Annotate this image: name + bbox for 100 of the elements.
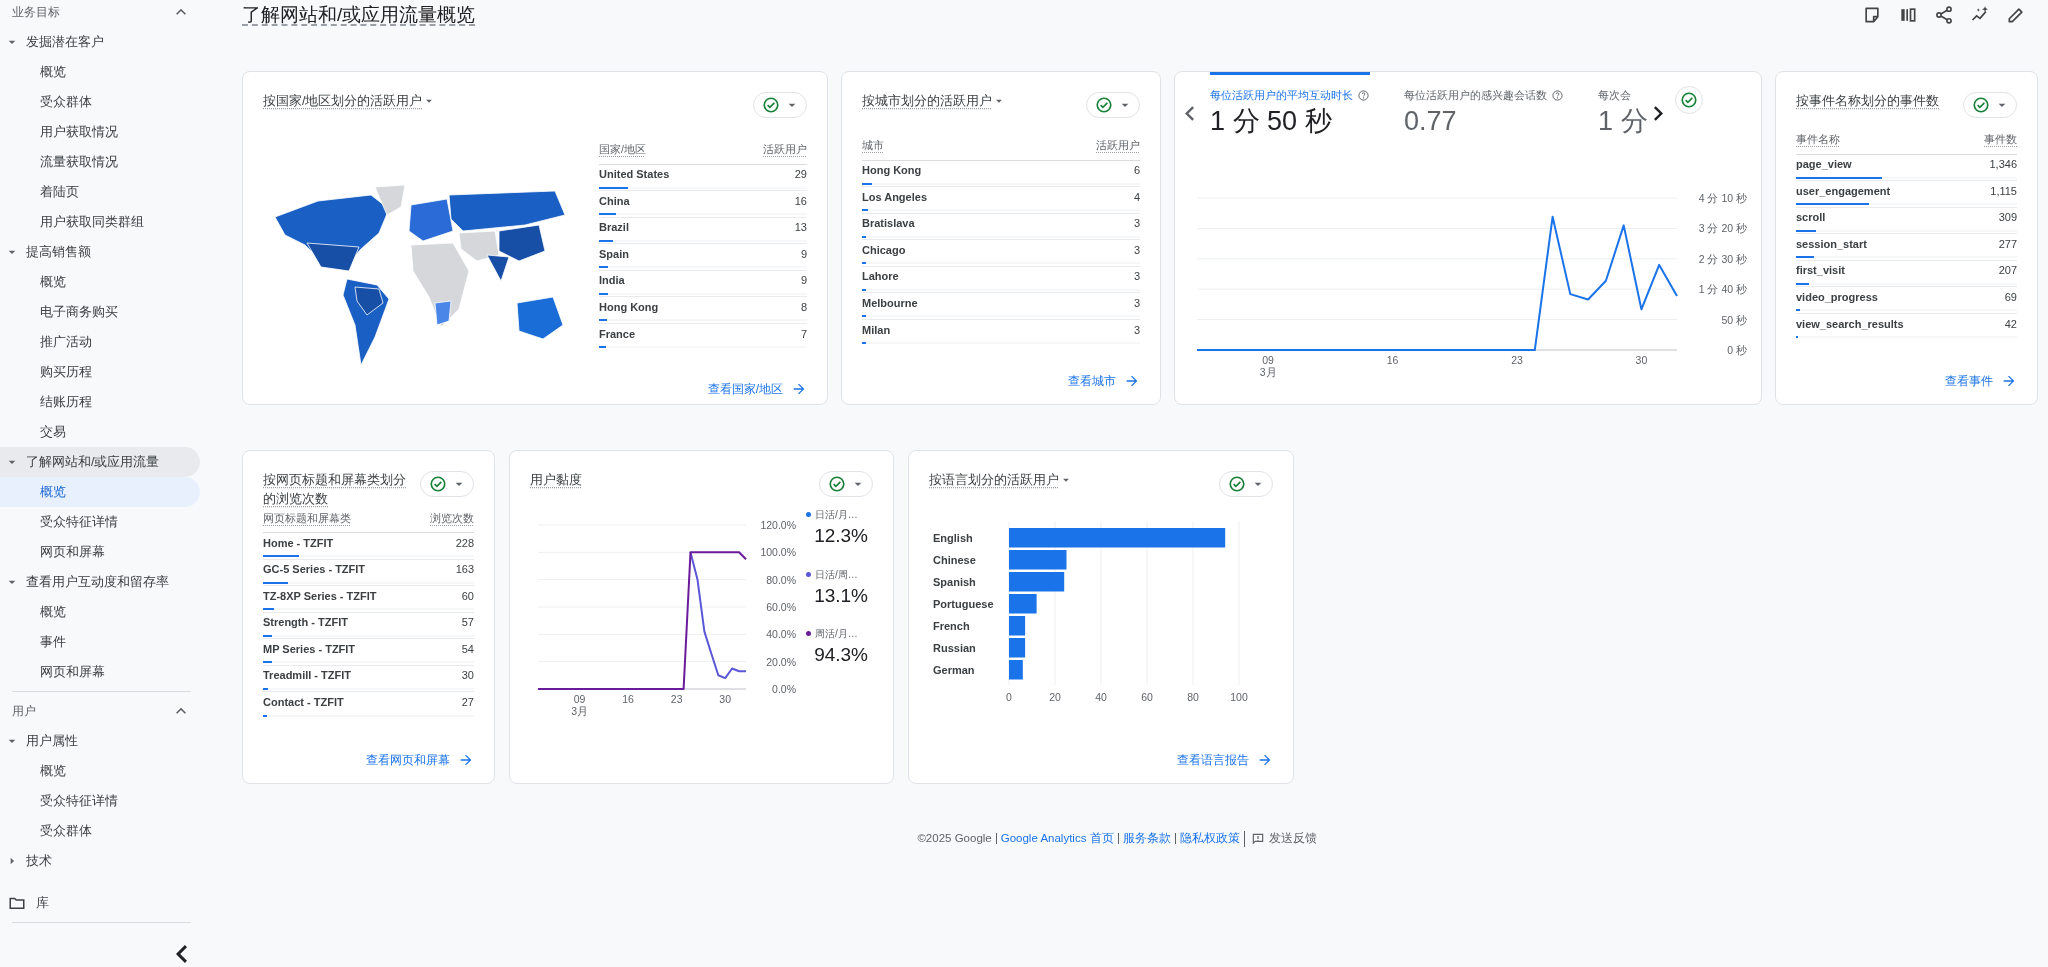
report-link[interactable]: 查看事件: [1945, 372, 2017, 390]
metric-tab[interactable]: 每次会 1 分: [1598, 72, 1648, 139]
card-title[interactable]: 按语言划分的活跃用户: [929, 471, 1073, 490]
nav-item[interactable]: 网页和屏幕: [0, 657, 200, 687]
nav-group[interactable]: 了解网站和/或应用流量: [0, 447, 200, 477]
row-value: 277: [1998, 236, 2017, 252]
comparison-button[interactable]: [1086, 92, 1140, 118]
row-value: 3: [1133, 216, 1140, 232]
arrow-right-icon: [458, 752, 474, 768]
row-value: 4: [1133, 189, 1140, 205]
footer-link[interactable]: 服务条款: [1117, 832, 1175, 845]
nav-group[interactable]: 发掘潜在客户: [0, 27, 200, 57]
row-label: session_start: [1796, 236, 1867, 252]
feedback-icon: [1250, 831, 1265, 846]
legend-value: 12.3%: [813, 524, 868, 548]
axis-tick-label: 80: [1187, 691, 1199, 703]
arrow-right-icon: [791, 381, 807, 397]
nav-item[interactable]: 流量获取情况: [0, 147, 200, 177]
comparison-button[interactable]: [1674, 86, 1703, 114]
nav-group[interactable]: 查看用户互动度和留存率: [0, 567, 200, 597]
nav-group[interactable]: 技术: [0, 846, 200, 876]
nav-item[interactable]: 用户获取情况: [0, 117, 200, 147]
row-label: Chicago: [862, 242, 906, 258]
nav-item[interactable]: 概览: [0, 477, 200, 507]
row-value: 1,115: [1990, 183, 2017, 199]
toolbar-button[interactable]: [1862, 5, 1882, 25]
metric-tab[interactable]: 每位活跃用户的感兴趣会话数 0.77: [1404, 72, 1564, 139]
row-label: China: [599, 193, 630, 209]
card-title[interactable]: 按城市划分的活跃用户: [862, 92, 1006, 111]
chevron-left-icon: [1185, 106, 1194, 122]
row-value: 3: [1133, 322, 1140, 338]
row-label: view_search_results: [1796, 316, 1904, 332]
nav-item[interactable]: 用户获取同类群组: [0, 207, 200, 237]
row-label: first_visit: [1796, 263, 1845, 279]
metric-tab[interactable]: 每位活跃用户的平均互动时长 1 分 50 秒: [1210, 72, 1370, 139]
nav-group[interactable]: 用户属性: [0, 726, 200, 756]
library-link[interactable]: 库: [0, 888, 205, 918]
row-label: Hong Kong: [599, 299, 659, 315]
footer-link[interactable]: Google Analytics 首页: [995, 832, 1118, 845]
row-value: 30: [461, 668, 474, 684]
report-link[interactable]: 查看网页和屏幕: [366, 751, 474, 769]
footer-link[interactable]: 隐私权政策: [1174, 832, 1244, 845]
column-header: 国家/地区: [599, 142, 646, 157]
copyright-text: ©2025 Google: [917, 831, 993, 846]
row-value: 6: [1133, 163, 1140, 179]
comparison-button[interactable]: [420, 471, 474, 497]
row-label: user_engagement: [1796, 183, 1891, 199]
share-icon: [1934, 5, 1954, 25]
axis-tick-label: 120.0%: [760, 519, 796, 531]
report-link[interactable]: 查看城市: [1068, 372, 1140, 390]
row-label: Brazil: [599, 220, 629, 236]
category-label: Portuguese: [933, 598, 994, 610]
legend-value: 13.1%: [813, 583, 868, 608]
card-title: 按事件名称划分的事件数: [1796, 93, 1939, 110]
nav-item[interactable]: 受众特征详情: [0, 507, 200, 537]
row-label: TZ-8XP Series - TZFIT: [263, 588, 377, 604]
nav-item[interactable]: 电子商务购买: [0, 297, 200, 327]
row-label: Bratislava: [862, 216, 915, 232]
next-button[interactable]: [1653, 104, 1663, 122]
nav-item[interactable]: 受众特征详情: [0, 786, 200, 816]
card-title[interactable]: 按国家/地区划分的活跃用户: [263, 92, 437, 111]
nav-item[interactable]: 概览: [0, 57, 200, 87]
report-link[interactable]: 查看国家/地区: [707, 380, 807, 398]
comparison-button[interactable]: [1963, 92, 2017, 118]
toolbar-button[interactable]: [1898, 5, 1918, 25]
feedback-button[interactable]: 发送反馈: [1243, 830, 1323, 847]
nav-item[interactable]: 概览: [0, 267, 200, 297]
nav-item[interactable]: 购买历程: [0, 357, 200, 387]
bar: [1009, 616, 1026, 636]
toolbar-button[interactable]: [1934, 5, 1954, 25]
previous-button[interactable]: [1185, 104, 1194, 122]
row-label: page_view: [1796, 157, 1852, 173]
row-value: 3: [1133, 295, 1140, 311]
nav-item[interactable]: 网页和屏幕: [0, 537, 200, 567]
comparison-button[interactable]: [753, 92, 807, 118]
section-label: 业务目标: [12, 4, 60, 21]
toolbar-button[interactable]: [2006, 5, 2026, 25]
nav-item[interactable]: 着陆页: [0, 177, 200, 207]
comparison-button[interactable]: [819, 471, 873, 497]
report-link[interactable]: 查看语言报告: [1177, 751, 1273, 769]
nav-item[interactable]: 事件: [0, 627, 200, 657]
nav-group[interactable]: 提高销售额: [0, 237, 200, 267]
row-label: Spain: [599, 246, 629, 262]
nav-item[interactable]: 交易: [0, 417, 200, 447]
nav-item[interactable]: 结账历程: [0, 387, 200, 417]
nav-item[interactable]: 概览: [0, 597, 200, 627]
comparison-button[interactable]: [1219, 471, 1273, 497]
column-header: 事件名称: [1796, 132, 1840, 147]
nav-item[interactable]: 受众群体: [0, 87, 200, 117]
nav-item[interactable]: 概览: [0, 756, 200, 786]
axis-tick-label: 09: [1262, 354, 1274, 366]
column-header: 网页标题和屏幕类: [263, 510, 351, 526]
axis-tick-label: 16: [1386, 354, 1399, 366]
row-value: 9: [800, 273, 807, 289]
row-label: Treadmill - TZFIT: [263, 668, 351, 684]
nav-item[interactable]: 受众群体: [0, 816, 200, 846]
collapse-sidebar-button[interactable]: [176, 944, 187, 963]
axis-tick-label: 20: [1049, 691, 1061, 703]
nav-item[interactable]: 推广活动: [0, 327, 200, 357]
row-value: 228: [455, 535, 474, 551]
